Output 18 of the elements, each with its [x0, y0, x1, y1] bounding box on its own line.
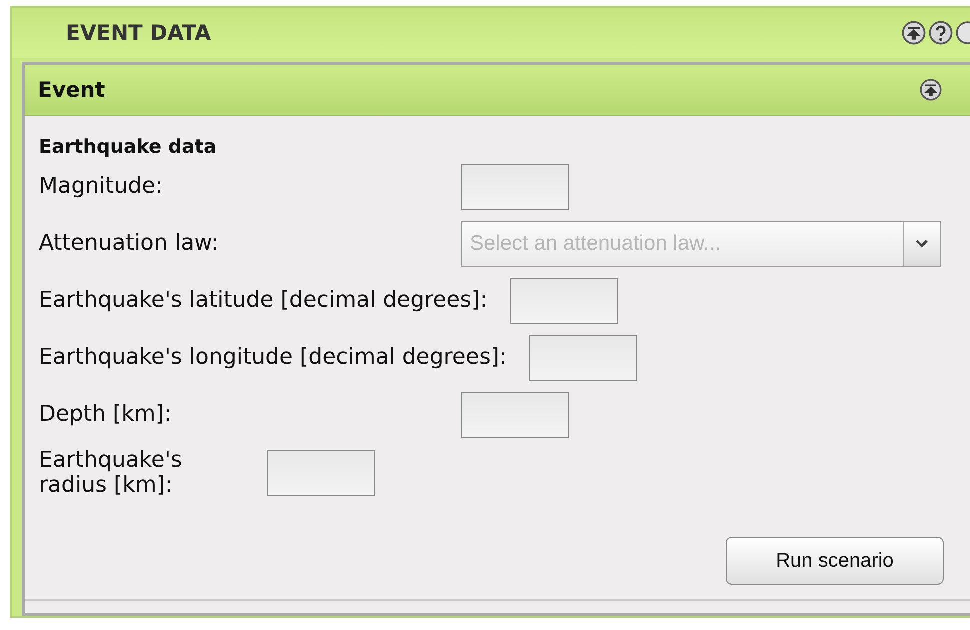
input-field[interactable] — [461, 164, 569, 210]
field-label: Earthquake's longitude [decimal degrees]: — [39, 345, 507, 370]
panel-title: Event — [38, 78, 106, 102]
input-field[interactable] — [267, 450, 375, 496]
help-icon[interactable] — [929, 21, 953, 45]
input-field[interactable] — [528, 334, 637, 380]
field-label: Magnitude: — [39, 174, 164, 199]
section-title: Earthquake data — [39, 136, 218, 158]
input-field[interactable] — [510, 278, 618, 324]
field-label: Earthquake's radius [km]: — [39, 448, 184, 498]
field-label: Attenuation law: — [39, 231, 220, 256]
input-field[interactable] — [461, 392, 569, 438]
collapse-icon[interactable] — [920, 79, 942, 101]
collapse-icon[interactable] — [902, 21, 926, 45]
run-scenario-button[interactable]: Run scenario — [726, 537, 944, 585]
window-title: EVENT DATA — [66, 21, 212, 45]
field-label: Earthquake's latitude [decimal degrees]: — [39, 288, 488, 313]
field-label: Depth [km]: — [39, 402, 173, 427]
